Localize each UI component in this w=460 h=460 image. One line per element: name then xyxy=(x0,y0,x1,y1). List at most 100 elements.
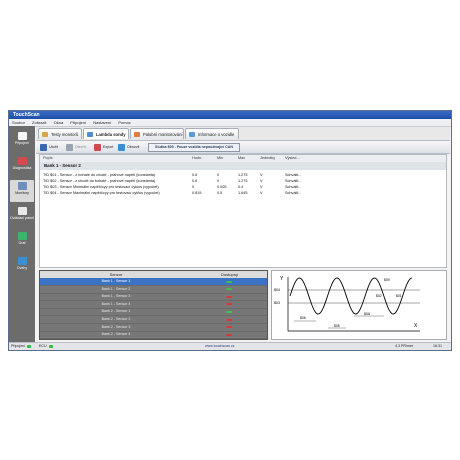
open-label: Otevřít xyxy=(75,145,86,149)
col-description[interactable]: Popis xyxy=(43,155,53,162)
sidebar-item-label: Připojení xyxy=(14,141,30,145)
clock: 16:31 xyxy=(433,344,442,348)
ecu-led-icon xyxy=(48,344,53,348)
sensor-name: Bank 1 - Sensor 2 xyxy=(101,286,131,291)
col-max[interactable]: Max xyxy=(238,155,245,162)
sidebar-item-0[interactable]: Připojení xyxy=(10,130,34,152)
label-0a: $0A xyxy=(364,312,371,316)
menu-windows[interactable]: Okna xyxy=(51,119,67,126)
refresh-icon xyxy=(118,143,125,151)
lambda-wave xyxy=(289,277,413,315)
save-button[interactable]: Uložit xyxy=(40,142,58,152)
sensor-name: Bank 1 - Sensor 4 xyxy=(101,301,131,306)
lambda-sensor-icon xyxy=(87,132,93,137)
x-axis-label: X xyxy=(414,323,418,329)
sensor-name: Bank 2 - Sensor 2 xyxy=(101,317,131,321)
menu-settings[interactable]: Nastavení xyxy=(90,119,114,126)
table-cell: 0.5 xyxy=(217,191,223,195)
label-05: $05 xyxy=(334,324,340,328)
group-row[interactable]: Bank 1 - Sensor 2 xyxy=(40,162,446,170)
sensor-row[interactable]: Bank 2 - Sensor 4 xyxy=(40,331,267,340)
table-cell: Schválit... xyxy=(285,191,302,195)
sensor-table: Senzor Dostupný Bank 1 - Sensor 1 Bank 1 … xyxy=(39,270,268,340)
app-window: TouchScan Soubor Zobrazit Okna Připojení… xyxy=(8,110,452,351)
connection-status: Připojení xyxy=(11,343,32,350)
sensor-name: Bank 1 - Sensor 3 xyxy=(101,294,131,299)
tab-strip: Testy monitorů Lambda sondy Palubní moni… xyxy=(36,127,450,141)
y-axis-label: Y xyxy=(280,276,284,282)
lambda-wave-diagram: Y X $04 $03 $06 $05 $0A $01 $02 $09 xyxy=(271,270,447,340)
col-min[interactable]: Min xyxy=(217,155,223,162)
folder-icon xyxy=(66,143,73,151)
col-units[interactable]: Jednotky xyxy=(260,155,275,162)
unavailable-icon xyxy=(226,326,232,329)
tab-label: Palubní monitorování xyxy=(143,132,183,137)
label-06: $06 xyxy=(300,316,306,320)
connection-label: Připojení xyxy=(11,344,26,348)
onboard-monitoring-icon xyxy=(134,132,140,137)
sidebar-item-4[interactable]: Graf xyxy=(10,230,34,252)
menu-help[interactable]: Pomoc xyxy=(115,119,133,126)
sidebar-item-2[interactable]: Monitory xyxy=(10,180,34,202)
chart-icon xyxy=(17,232,27,240)
menu-view[interactable]: Zobrazit xyxy=(29,119,49,126)
bottom-panel: Senzor Dostupný Bank 1 - Sensor 1 Bank 1 … xyxy=(39,270,447,340)
window-title: TouchScan xyxy=(9,111,451,119)
sidebar-item-5[interactable]: Ovahy xyxy=(10,255,34,277)
gauge-icon xyxy=(17,182,27,190)
sensor-name: Bank 1 - Sensor 1 xyxy=(101,279,131,283)
tab-label: Lambda sondy xyxy=(96,132,126,137)
tab-vehicle-info[interactable]: Informace o vozidle xyxy=(185,128,239,139)
available-check-icon xyxy=(226,288,232,291)
monitor-tests-icon xyxy=(42,132,48,137)
col-available[interactable]: Dostupný xyxy=(192,271,267,278)
unavailable-icon xyxy=(226,303,232,306)
toolbar: Uložit Otevřít Export Obnovit Služba $05… xyxy=(36,141,450,154)
available-check-icon xyxy=(226,280,232,283)
sidebar-item-label: Monitory xyxy=(15,191,29,195)
sidebar-item-label: Graf xyxy=(18,241,26,245)
scale-icon xyxy=(17,257,27,265)
connection-led-icon xyxy=(27,344,32,348)
col-result[interactable]: Výsled... xyxy=(285,155,300,162)
table-cell: 1.645 xyxy=(238,191,248,195)
col-value[interactable]: Hodn. xyxy=(192,155,202,162)
vehicle-info-icon xyxy=(189,132,195,137)
sensor-name: Bank 2 - Sensor 1 xyxy=(101,309,131,314)
unavailable-icon xyxy=(226,318,232,321)
label-09: $09 xyxy=(384,278,390,282)
table-cell: 0.815 xyxy=(192,191,202,195)
tab-label: Informace o vozidle xyxy=(198,132,235,137)
tab-lambda-sensors[interactable]: Lambda sondy xyxy=(83,128,129,139)
save-icon xyxy=(40,143,47,151)
wrench-icon xyxy=(17,157,27,165)
export-button[interactable]: Export xyxy=(94,142,113,152)
refresh-button[interactable]: Obnovit xyxy=(118,142,139,152)
test-results-grid: Popis Hodn. Min Max Jednotky Výsled... B… xyxy=(39,154,447,268)
ecu-label: ECU xyxy=(39,344,47,348)
service-info-box: Služba $05 - Pouze vozidla nepoužívající… xyxy=(148,143,240,152)
group-title: Bank 1 - Sensor 2 xyxy=(44,163,81,168)
label-03: $03 xyxy=(274,301,280,305)
sidebar-item-1[interactable]: Diagnostika xyxy=(10,155,34,177)
col-sensor[interactable]: Senzor xyxy=(40,271,192,278)
ecu-status: ECU xyxy=(39,343,53,350)
sensor-name: Bank 2 - Sensor 4 xyxy=(101,332,131,337)
sidebar: Připojení Diagnostika Monitory Ovládací pan… xyxy=(9,126,35,343)
menu-connection[interactable]: Připojení xyxy=(67,119,89,126)
table-row[interactable]: TID $04 - Sensor Maximální napětí/cyy pr… xyxy=(40,190,446,196)
sidebar-item-3[interactable]: Ovládací panel xyxy=(10,205,34,227)
open-button[interactable]: Otevřít xyxy=(66,142,86,152)
tab-monitor-tests[interactable]: Testy monitorů xyxy=(38,128,82,139)
menu-file[interactable]: Soubor xyxy=(9,119,28,126)
status-bar: Připojení ECU www.touchscan.cz 4.3 PR/me… xyxy=(9,342,451,350)
sidebar-item-label: Diagnostika xyxy=(12,166,32,170)
label-04: $04 xyxy=(274,288,280,292)
sensor-name: Bank 2 - Sensor 3 xyxy=(101,324,131,329)
wave-diagram-svg: Y X $04 $03 $06 $05 $0A $01 $02 $09 xyxy=(274,276,420,332)
table-cell: TID $04 - Sensor Maximální napětí/cyy pr… xyxy=(43,191,160,195)
export-label: Export xyxy=(103,145,114,149)
tab-onboard-monitoring[interactable]: Palubní monitorování xyxy=(130,128,184,139)
website-link[interactable]: www.touchscan.cz xyxy=(205,343,235,350)
unavailable-icon xyxy=(226,333,232,336)
